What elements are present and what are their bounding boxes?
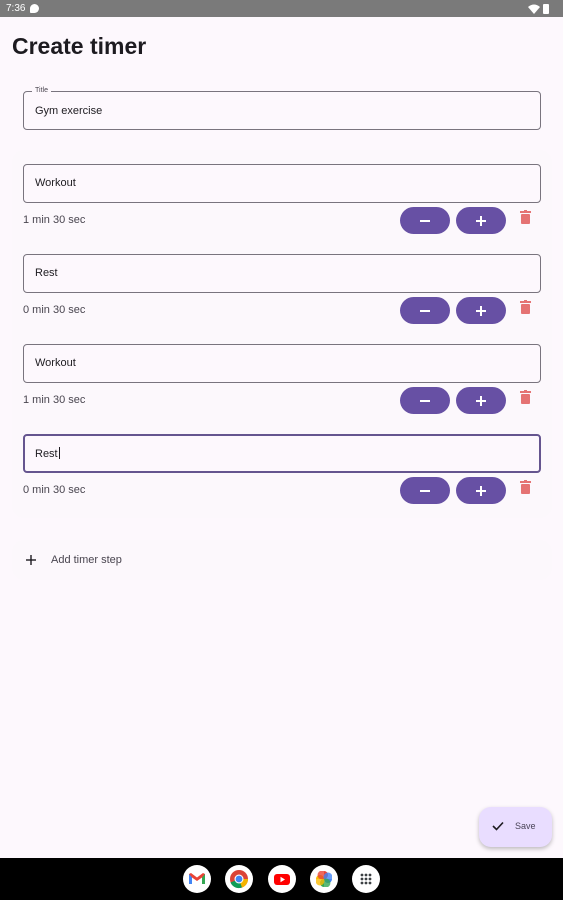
- timer-step: Rest 0 min 30 sec: [23, 254, 541, 344]
- title-field[interactable]: Title Gym exercise: [23, 87, 541, 130]
- step-name-value: Rest: [35, 447, 60, 460]
- timer-step: Rest 0 min 30 sec: [23, 434, 541, 524]
- navigation-bar: [0, 858, 563, 900]
- step-duration: 1 min 30 sec: [23, 214, 86, 226]
- text-cursor: [58, 447, 60, 459]
- wifi-icon: [528, 4, 540, 14]
- increase-duration-button[interactable]: [456, 477, 506, 504]
- plus-icon: [476, 395, 486, 406]
- step-name-value: Workout: [35, 357, 76, 369]
- increase-duration-button[interactable]: [456, 387, 506, 414]
- delete-icon[interactable]: [520, 480, 531, 494]
- step-name-field[interactable]: Rest: [23, 254, 541, 293]
- step-name-value: Rest: [35, 267, 58, 279]
- app-drawer-icon[interactable]: [352, 865, 380, 893]
- minus-icon: [420, 219, 430, 222]
- plus-icon: [476, 305, 486, 316]
- save-button[interactable]: Save: [479, 807, 552, 847]
- add-timer-step-button[interactable]: Add timer step: [12, 540, 552, 580]
- title-field-label: Title: [32, 87, 51, 94]
- status-bar: 7:36: [0, 0, 563, 17]
- step-name-field[interactable]: Workout: [23, 164, 541, 203]
- title-field-value: Gym exercise: [35, 105, 103, 117]
- delete-icon[interactable]: [520, 390, 531, 404]
- step-duration: 1 min 30 sec: [23, 394, 86, 406]
- decrease-duration-button[interactable]: [400, 207, 450, 234]
- decrease-duration-button[interactable]: [400, 297, 450, 324]
- battery-icon: [543, 4, 549, 14]
- step-name-text: Rest: [35, 448, 58, 460]
- minus-icon: [420, 489, 430, 492]
- timer-steps-card: Workout 1 min 30 sec Rest 0 min 30 sec W…: [12, 150, 552, 518]
- step-name-field[interactable]: Rest: [23, 434, 541, 473]
- photos-icon[interactable]: [310, 865, 338, 893]
- page-title: Create timer: [12, 33, 147, 59]
- step-duration: 0 min 30 sec: [23, 484, 86, 496]
- timer-step: Workout 1 min 30 sec: [23, 164, 541, 254]
- step-duration: 0 min 30 sec: [23, 304, 86, 316]
- timer-step: Workout 1 min 30 sec: [23, 344, 541, 434]
- minus-icon: [420, 309, 430, 312]
- increase-duration-button[interactable]: [456, 207, 506, 234]
- increase-duration-button[interactable]: [456, 297, 506, 324]
- decrease-duration-button[interactable]: [400, 477, 450, 504]
- save-label: Save: [515, 821, 536, 831]
- gmail-icon[interactable]: [183, 865, 211, 893]
- delete-icon[interactable]: [520, 210, 531, 224]
- step-name-field[interactable]: Workout: [23, 344, 541, 383]
- status-time: 7:36: [6, 3, 26, 14]
- chrome-icon[interactable]: [225, 865, 253, 893]
- check-icon: [492, 821, 504, 831]
- plus-icon: [476, 485, 486, 496]
- decrease-duration-button[interactable]: [400, 387, 450, 414]
- youtube-icon[interactable]: [268, 865, 296, 893]
- minus-icon: [420, 399, 430, 402]
- plus-icon: [476, 215, 486, 226]
- notification-icon: [30, 4, 39, 13]
- add-timer-step-label: Add timer step: [51, 554, 122, 566]
- delete-icon[interactable]: [520, 300, 531, 314]
- status-icons: [528, 4, 549, 14]
- plus-icon: [26, 555, 36, 565]
- step-name-value: Workout: [35, 177, 76, 189]
